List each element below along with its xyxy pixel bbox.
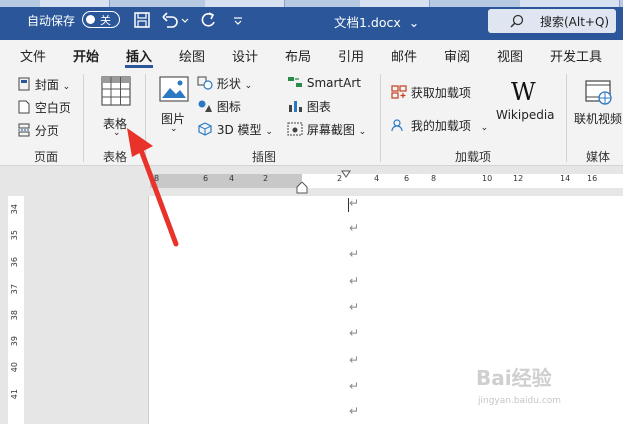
baidu-watermark-url: jingyan.baidu.com [478, 396, 562, 406]
baidu-watermark: Bai经验 [476, 366, 552, 390]
annotation-arrow-icon [127, 128, 179, 247]
